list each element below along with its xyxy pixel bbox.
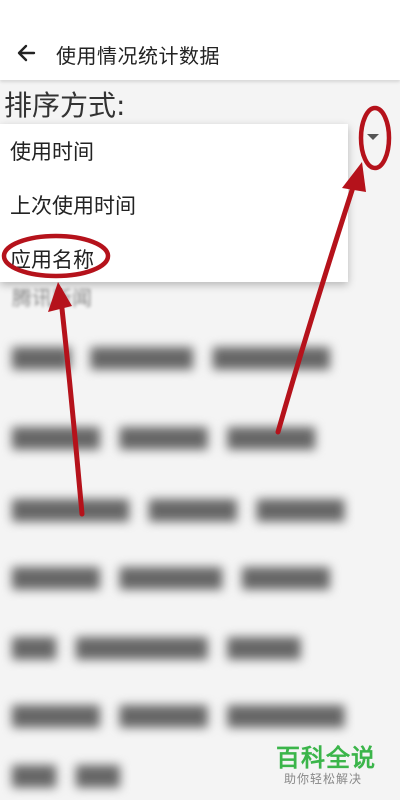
- list-item: ███████████████████: [12, 568, 330, 590]
- sort-dropdown-menu: 使用时间 上次使用时间 应用名称: [0, 124, 348, 282]
- list-item: ███████████████████: [12, 348, 330, 370]
- list-item: ██████ ██████ ██████: [12, 428, 316, 450]
- sort-option-usage-time[interactable]: 使用时间: [10, 136, 94, 166]
- list-item: ███ █████████ █████: [12, 638, 301, 660]
- watermark-subtitle: 助你轻松解决: [284, 772, 363, 786]
- back-button[interactable]: [12, 38, 42, 68]
- app-bar: 使用情况统计数据: [0, 0, 400, 80]
- watermark-title: 百科全说: [276, 744, 376, 772]
- arrow-left-icon: [17, 44, 36, 62]
- usage-stats-screen: 使用情况统计数据 排序方式: ████ ███████ ████████ █████…: [0, 0, 400, 800]
- spinner-dropdown-button[interactable]: [358, 106, 388, 162]
- list-item: ████████████████████: [12, 500, 345, 522]
- page-title: 使用情况统计数据: [56, 44, 220, 68]
- sort-option-last-used[interactable]: 上次使用时间: [10, 190, 136, 220]
- caret-down-icon: [367, 134, 379, 140]
- sort-option-app-name[interactable]: 应用名称: [10, 244, 94, 274]
- watermark-logo: 百科全说 助你轻松解决: [270, 738, 390, 794]
- sort-label: 排序方式:: [4, 89, 126, 122]
- list-item-partial: 腾讯新闻: [12, 286, 92, 310]
